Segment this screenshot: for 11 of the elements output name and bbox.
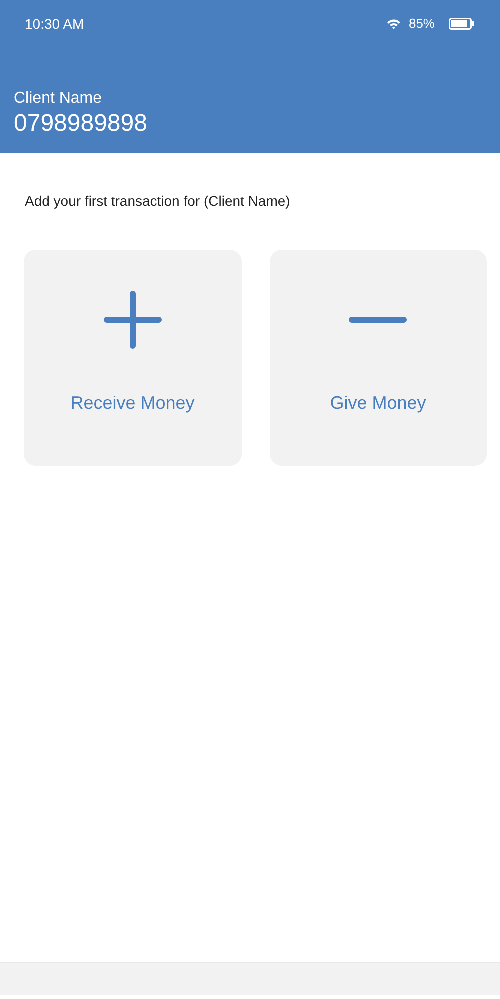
plus-icon [104,291,162,349]
battery-percentage: 85% [408,15,435,34]
client-phone: 0798989898 [14,109,148,139]
receive-money-button[interactable]: Receive Money [24,250,242,466]
give-money-button[interactable]: Give Money [270,250,487,466]
battery-icon [449,18,475,30]
client-name: Client Name [14,89,104,109]
minus-icon [349,316,408,324]
wifi-icon [386,18,401,30]
prompt-text: Add your first transaction for (Client Name) [24,192,292,211]
status-time: 10:30 AM [25,14,84,34]
